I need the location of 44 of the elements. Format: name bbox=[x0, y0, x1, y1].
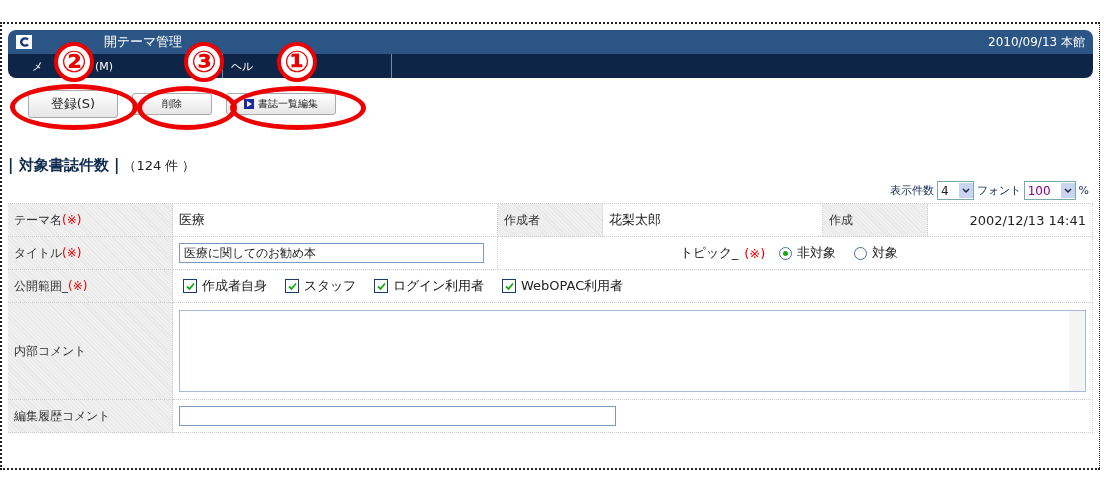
checkbox[interactable] bbox=[285, 279, 299, 293]
font-select[interactable]: 100 bbox=[1023, 181, 1076, 200]
radio-label: 対象 bbox=[872, 244, 899, 262]
caret-icon bbox=[958, 183, 973, 198]
play-icon bbox=[244, 99, 254, 109]
date-location: 2010/09/13 本館 bbox=[988, 33, 1085, 51]
radio-label: 非対象 bbox=[797, 244, 837, 262]
checkbox[interactable] bbox=[183, 279, 197, 293]
section-heading: | 対象書誌件数 | bbox=[8, 156, 120, 175]
table-cell: 2002/12/13 14:41 bbox=[928, 204, 1093, 237]
label-cell: 編集履歴コメント bbox=[8, 400, 173, 433]
checkbox[interactable] bbox=[374, 279, 388, 293]
caret-icon bbox=[1060, 183, 1075, 198]
required-mark: (※) bbox=[68, 279, 88, 293]
toolbar-button[interactable]: 登録(S) bbox=[28, 90, 118, 118]
font-label: フォント bbox=[976, 183, 1021, 198]
required-mark: (※) bbox=[62, 213, 82, 227]
label-cell: 作成 bbox=[823, 204, 928, 237]
checkbox-label: ログイン利用者 bbox=[393, 277, 484, 295]
checkbox-label: 作成者自身 bbox=[202, 277, 267, 295]
toolbar-button[interactable]: 削除 bbox=[132, 93, 212, 115]
menu-item[interactable]: ヘル bbox=[231, 58, 253, 74]
checkbox-label: WebOPAC利用者 bbox=[521, 277, 624, 295]
window-title: 開テーマ管理 bbox=[104, 33, 182, 51]
title-input[interactable]: 医療に関してのお勧め本 bbox=[179, 243, 484, 263]
label-cell: 作成者 bbox=[498, 204, 603, 237]
required-mark: (※) bbox=[62, 246, 82, 260]
field-label: タイトル bbox=[14, 244, 62, 262]
count-select[interactable]: 4 bbox=[937, 181, 974, 200]
logo-icon bbox=[16, 35, 32, 49]
label-cell: 内部コメント bbox=[8, 303, 173, 400]
record-count: （124 件 ） bbox=[123, 157, 196, 175]
checkbox-label: スタッフ bbox=[304, 277, 356, 295]
required-mark: (※) bbox=[744, 245, 766, 261]
scrollbar[interactable] bbox=[1069, 311, 1085, 391]
edit-list-button[interactable]: 書誌一覧編集 bbox=[226, 93, 336, 115]
field-label: 公開範囲_ bbox=[14, 277, 68, 295]
display-count-label: 表示件数 bbox=[890, 183, 934, 198]
checkbox[interactable] bbox=[502, 279, 516, 293]
menu-item[interactable]: メ bbox=[32, 58, 43, 74]
percent-label: % bbox=[1078, 184, 1089, 197]
field-label: テーマ名 bbox=[14, 211, 62, 229]
field-label: トピック_ bbox=[679, 244, 739, 262]
menu-item[interactable]: (M) bbox=[95, 59, 114, 73]
